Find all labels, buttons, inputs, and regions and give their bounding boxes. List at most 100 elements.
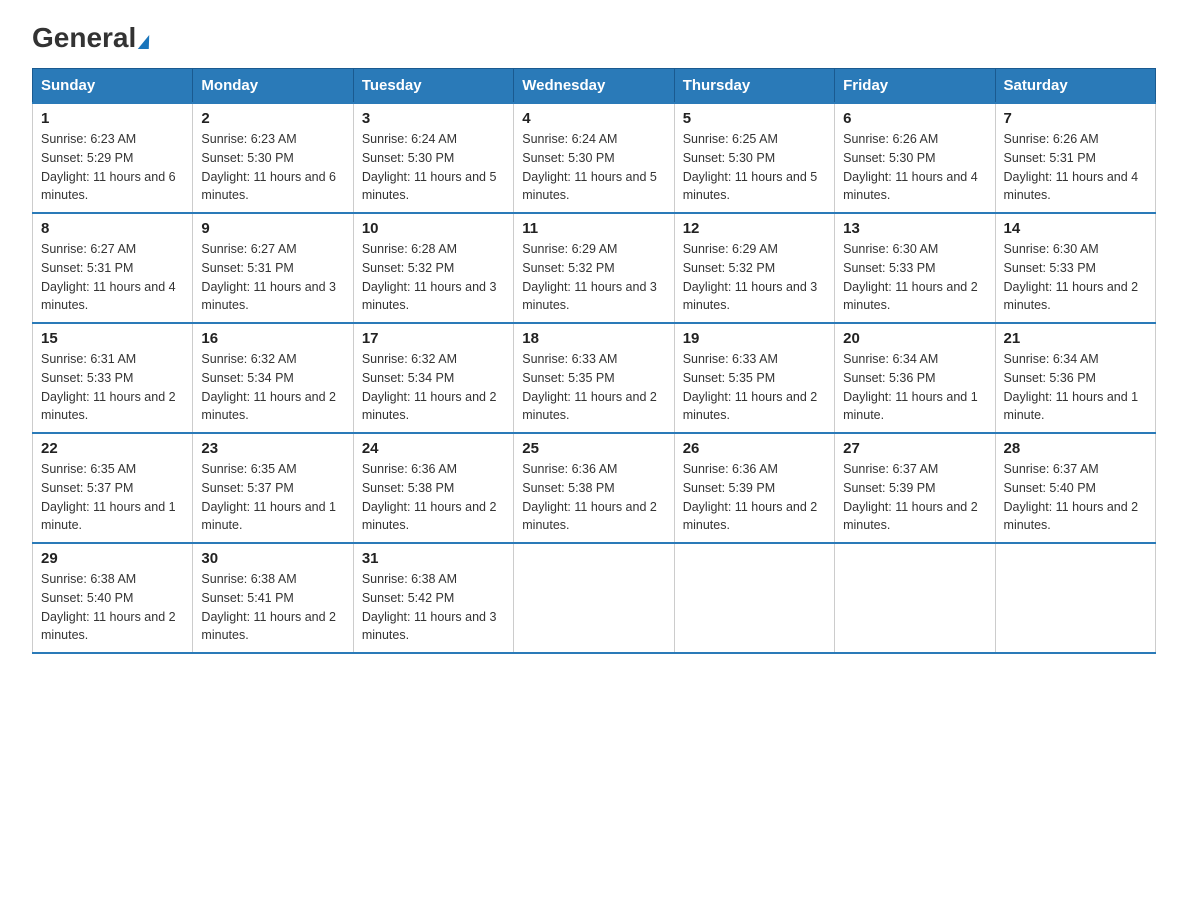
logo: General (32, 24, 150, 48)
day-info: Sunrise: 6:27 AM Sunset: 5:31 PM Dayligh… (201, 240, 344, 315)
day-info: Sunrise: 6:29 AM Sunset: 5:32 PM Dayligh… (683, 240, 826, 315)
week-row-4: 22 Sunrise: 6:35 AM Sunset: 5:37 PM Dayl… (33, 433, 1156, 543)
day-info: Sunrise: 6:37 AM Sunset: 5:39 PM Dayligh… (843, 460, 986, 535)
day-info: Sunrise: 6:35 AM Sunset: 5:37 PM Dayligh… (201, 460, 344, 535)
day-info: Sunrise: 6:37 AM Sunset: 5:40 PM Dayligh… (1004, 460, 1147, 535)
day-number: 17 (362, 330, 505, 347)
day-number: 20 (843, 330, 986, 347)
day-cell (674, 543, 834, 653)
day-number: 18 (522, 330, 665, 347)
day-cell: 2 Sunrise: 6:23 AM Sunset: 5:30 PM Dayli… (193, 103, 353, 213)
day-cell: 19 Sunrise: 6:33 AM Sunset: 5:35 PM Dayl… (674, 323, 834, 433)
day-number: 21 (1004, 330, 1147, 347)
day-number: 28 (1004, 440, 1147, 457)
day-cell: 25 Sunrise: 6:36 AM Sunset: 5:38 PM Dayl… (514, 433, 674, 543)
day-info: Sunrise: 6:32 AM Sunset: 5:34 PM Dayligh… (362, 350, 505, 425)
day-number: 14 (1004, 220, 1147, 237)
col-header-wednesday: Wednesday (514, 69, 674, 104)
day-number: 26 (683, 440, 826, 457)
day-cell: 16 Sunrise: 6:32 AM Sunset: 5:34 PM Dayl… (193, 323, 353, 433)
day-cell: 13 Sunrise: 6:30 AM Sunset: 5:33 PM Dayl… (835, 213, 995, 323)
day-cell (995, 543, 1155, 653)
day-cell: 20 Sunrise: 6:34 AM Sunset: 5:36 PM Dayl… (835, 323, 995, 433)
day-info: Sunrise: 6:25 AM Sunset: 5:30 PM Dayligh… (683, 130, 826, 205)
day-number: 11 (522, 220, 665, 237)
day-cell: 28 Sunrise: 6:37 AM Sunset: 5:40 PM Dayl… (995, 433, 1155, 543)
calendar-table: SundayMondayTuesdayWednesdayThursdayFrid… (32, 68, 1156, 654)
day-number: 2 (201, 110, 344, 127)
day-number: 6 (843, 110, 986, 127)
day-info: Sunrise: 6:38 AM Sunset: 5:42 PM Dayligh… (362, 570, 505, 645)
day-info: Sunrise: 6:32 AM Sunset: 5:34 PM Dayligh… (201, 350, 344, 425)
day-number: 9 (201, 220, 344, 237)
day-number: 22 (41, 440, 184, 457)
day-number: 19 (683, 330, 826, 347)
day-number: 29 (41, 550, 184, 567)
day-info: Sunrise: 6:28 AM Sunset: 5:32 PM Dayligh… (362, 240, 505, 315)
day-cell: 6 Sunrise: 6:26 AM Sunset: 5:30 PM Dayli… (835, 103, 995, 213)
calendar-header: SundayMondayTuesdayWednesdayThursdayFrid… (33, 69, 1156, 104)
day-cell: 14 Sunrise: 6:30 AM Sunset: 5:33 PM Dayl… (995, 213, 1155, 323)
day-cell: 1 Sunrise: 6:23 AM Sunset: 5:29 PM Dayli… (33, 103, 193, 213)
day-info: Sunrise: 6:33 AM Sunset: 5:35 PM Dayligh… (683, 350, 826, 425)
day-cell: 15 Sunrise: 6:31 AM Sunset: 5:33 PM Dayl… (33, 323, 193, 433)
day-number: 23 (201, 440, 344, 457)
day-cell: 12 Sunrise: 6:29 AM Sunset: 5:32 PM Dayl… (674, 213, 834, 323)
day-cell: 26 Sunrise: 6:36 AM Sunset: 5:39 PM Dayl… (674, 433, 834, 543)
day-number: 30 (201, 550, 344, 567)
col-header-friday: Friday (835, 69, 995, 104)
day-info: Sunrise: 6:38 AM Sunset: 5:41 PM Dayligh… (201, 570, 344, 645)
day-info: Sunrise: 6:26 AM Sunset: 5:31 PM Dayligh… (1004, 130, 1147, 205)
day-number: 10 (362, 220, 505, 237)
day-cell: 8 Sunrise: 6:27 AM Sunset: 5:31 PM Dayli… (33, 213, 193, 323)
day-info: Sunrise: 6:23 AM Sunset: 5:29 PM Dayligh… (41, 130, 184, 205)
day-cell: 4 Sunrise: 6:24 AM Sunset: 5:30 PM Dayli… (514, 103, 674, 213)
day-cell: 9 Sunrise: 6:27 AM Sunset: 5:31 PM Dayli… (193, 213, 353, 323)
day-cell: 10 Sunrise: 6:28 AM Sunset: 5:32 PM Dayl… (353, 213, 513, 323)
week-row-5: 29 Sunrise: 6:38 AM Sunset: 5:40 PM Dayl… (33, 543, 1156, 653)
day-cell: 18 Sunrise: 6:33 AM Sunset: 5:35 PM Dayl… (514, 323, 674, 433)
day-info: Sunrise: 6:36 AM Sunset: 5:38 PM Dayligh… (522, 460, 665, 535)
col-header-saturday: Saturday (995, 69, 1155, 104)
day-number: 24 (362, 440, 505, 457)
col-header-monday: Monday (193, 69, 353, 104)
day-number: 12 (683, 220, 826, 237)
col-header-tuesday: Tuesday (353, 69, 513, 104)
day-cell: 11 Sunrise: 6:29 AM Sunset: 5:32 PM Dayl… (514, 213, 674, 323)
day-number: 25 (522, 440, 665, 457)
day-number: 3 (362, 110, 505, 127)
day-cell: 3 Sunrise: 6:24 AM Sunset: 5:30 PM Dayli… (353, 103, 513, 213)
day-number: 5 (683, 110, 826, 127)
day-info: Sunrise: 6:23 AM Sunset: 5:30 PM Dayligh… (201, 130, 344, 205)
day-cell (514, 543, 674, 653)
week-row-1: 1 Sunrise: 6:23 AM Sunset: 5:29 PM Dayli… (33, 103, 1156, 213)
day-number: 16 (201, 330, 344, 347)
day-info: Sunrise: 6:35 AM Sunset: 5:37 PM Dayligh… (41, 460, 184, 535)
day-info: Sunrise: 6:24 AM Sunset: 5:30 PM Dayligh… (362, 130, 505, 205)
day-number: 27 (843, 440, 986, 457)
day-cell: 23 Sunrise: 6:35 AM Sunset: 5:37 PM Dayl… (193, 433, 353, 543)
col-header-thursday: Thursday (674, 69, 834, 104)
day-info: Sunrise: 6:34 AM Sunset: 5:36 PM Dayligh… (843, 350, 986, 425)
day-info: Sunrise: 6:29 AM Sunset: 5:32 PM Dayligh… (522, 240, 665, 315)
day-info: Sunrise: 6:30 AM Sunset: 5:33 PM Dayligh… (843, 240, 986, 315)
day-info: Sunrise: 6:33 AM Sunset: 5:35 PM Dayligh… (522, 350, 665, 425)
day-number: 8 (41, 220, 184, 237)
header-row: SundayMondayTuesdayWednesdayThursdayFrid… (33, 69, 1156, 104)
day-cell: 30 Sunrise: 6:38 AM Sunset: 5:41 PM Dayl… (193, 543, 353, 653)
day-info: Sunrise: 6:24 AM Sunset: 5:30 PM Dayligh… (522, 130, 665, 205)
calendar-body: 1 Sunrise: 6:23 AM Sunset: 5:29 PM Dayli… (33, 103, 1156, 653)
col-header-sunday: Sunday (33, 69, 193, 104)
day-info: Sunrise: 6:34 AM Sunset: 5:36 PM Dayligh… (1004, 350, 1147, 425)
day-cell: 24 Sunrise: 6:36 AM Sunset: 5:38 PM Dayl… (353, 433, 513, 543)
day-cell: 31 Sunrise: 6:38 AM Sunset: 5:42 PM Dayl… (353, 543, 513, 653)
day-number: 13 (843, 220, 986, 237)
week-row-2: 8 Sunrise: 6:27 AM Sunset: 5:31 PM Dayli… (33, 213, 1156, 323)
day-cell: 22 Sunrise: 6:35 AM Sunset: 5:37 PM Dayl… (33, 433, 193, 543)
day-cell: 27 Sunrise: 6:37 AM Sunset: 5:39 PM Dayl… (835, 433, 995, 543)
day-cell: 21 Sunrise: 6:34 AM Sunset: 5:36 PM Dayl… (995, 323, 1155, 433)
day-info: Sunrise: 6:36 AM Sunset: 5:38 PM Dayligh… (362, 460, 505, 535)
logo-name: General (32, 24, 150, 52)
day-info: Sunrise: 6:36 AM Sunset: 5:39 PM Dayligh… (683, 460, 826, 535)
day-cell: 29 Sunrise: 6:38 AM Sunset: 5:40 PM Dayl… (33, 543, 193, 653)
